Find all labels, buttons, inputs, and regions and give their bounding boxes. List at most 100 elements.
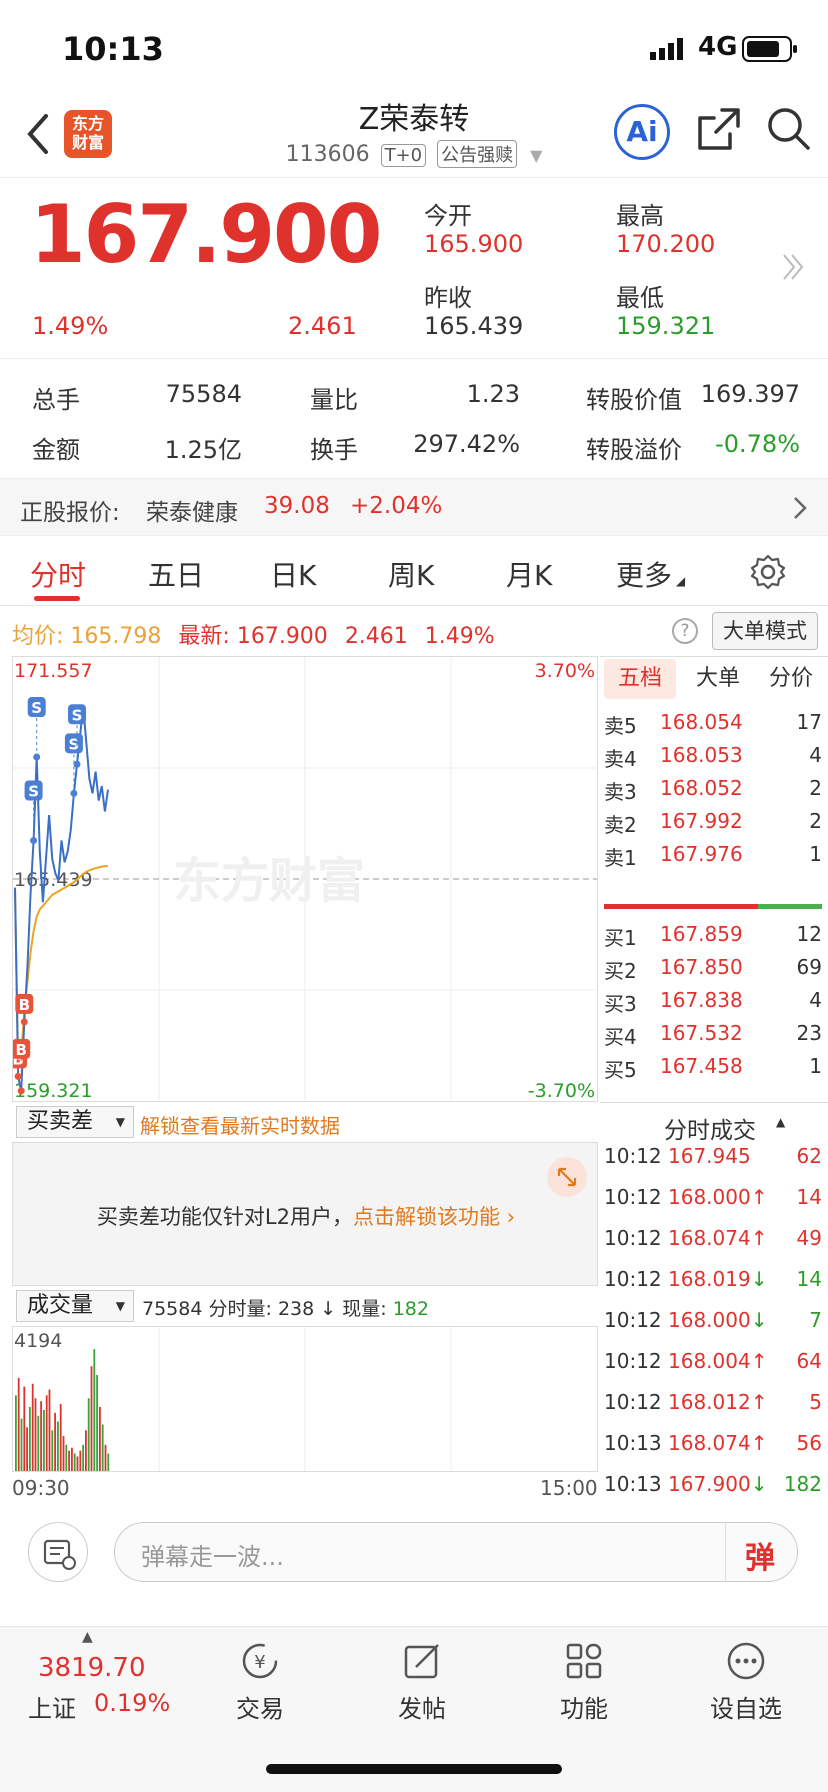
tab-more[interactable]: 更多 ◢ bbox=[616, 554, 685, 594]
trade-volume: 14 bbox=[796, 1185, 822, 1209]
marker-dot bbox=[33, 753, 41, 761]
trade-time: 10:12 bbox=[604, 1144, 662, 1168]
tab-post[interactable]: 发帖 bbox=[362, 1639, 482, 1724]
trade-price: 168.019↓ bbox=[668, 1267, 768, 1291]
volume-chart[interactable]: 4194 bbox=[13, 1327, 597, 1471]
volume-bar bbox=[40, 1401, 42, 1471]
trade-time: 10:13 bbox=[604, 1472, 662, 1496]
volume-summary: 75584 分时量: 238 ↓ 现量: 182 bbox=[142, 1294, 429, 1321]
trade-time: 10:12 bbox=[604, 1267, 662, 1291]
unlock-realtime-link[interactable]: 解锁查看最新实时数据 bbox=[140, 1110, 340, 1139]
chevron-right-icon[interactable] bbox=[780, 252, 806, 282]
high-label: 最高 bbox=[616, 202, 664, 230]
danmu-input[interactable]: 弹幕走一波... 弹 bbox=[114, 1522, 798, 1582]
search-icon[interactable] bbox=[764, 104, 814, 154]
chart-info-row: 均价: 165.798 最新: 167.900 2.461 1.49% bbox=[12, 618, 495, 650]
spread-message-text: 买卖差功能仅针对L2用户， bbox=[96, 1205, 353, 1229]
trade-row: 10:12 168.004↑ 64 bbox=[604, 1349, 824, 1385]
tab-trade[interactable]: ¥ 交易 bbox=[200, 1639, 320, 1724]
trade-row: 10:12 168.012↑ 5 bbox=[604, 1390, 824, 1426]
tab-five-levels[interactable]: 五档 bbox=[604, 659, 676, 699]
ask-row[interactable]: 卖4 168.053 4 bbox=[604, 743, 824, 779]
bid-price: 167.532 bbox=[660, 1021, 743, 1045]
bid-volume: 4 bbox=[809, 988, 822, 1012]
marker-dot bbox=[17, 1087, 25, 1095]
bid-row[interactable]: 买1 167.859 12 bbox=[604, 922, 824, 958]
volume-bar bbox=[26, 1427, 28, 1471]
arrow-up-icon: ↑ bbox=[750, 1185, 768, 1209]
settings-icon[interactable] bbox=[750, 554, 786, 590]
ask-price: 168.053 bbox=[660, 743, 743, 767]
stock-header: 东方 财富 Z荣泰转 113606 T+0 公告强赎 ▼ Ai bbox=[0, 90, 828, 178]
ai-button[interactable]: Ai bbox=[614, 104, 670, 160]
ask-row[interactable]: 卖1 167.976 1 bbox=[604, 842, 824, 878]
comment-list-button[interactable] bbox=[28, 1522, 88, 1582]
tab-daily-k[interactable]: 日K bbox=[270, 554, 316, 594]
y-mid-label: 165.439 bbox=[14, 869, 93, 891]
price-line bbox=[14, 706, 109, 1092]
danmu-send-button[interactable]: 弹 bbox=[745, 1533, 775, 1577]
tab-weekly-k[interactable]: 周K bbox=[388, 554, 434, 594]
marker-dot bbox=[20, 1018, 28, 1026]
tab-monthly-k[interactable]: 月K bbox=[506, 554, 552, 594]
volume-max-label: 4194 bbox=[14, 1330, 62, 1352]
expand-button[interactable] bbox=[547, 1157, 587, 1197]
big-order-mode-button[interactable]: 大单模式 bbox=[712, 612, 818, 650]
tab-big-orders[interactable]: 大单 bbox=[688, 659, 748, 699]
tab-price-dist[interactable]: 分价 bbox=[756, 659, 826, 699]
bid-row[interactable]: 买3 167.838 4 bbox=[604, 988, 824, 1024]
active-tab-indicator bbox=[34, 596, 80, 601]
volume-ratio-value: 1.23 bbox=[466, 380, 520, 408]
intraday-chart[interactable]: 东方财富 171.557 165.439 159.321 3.70% -3.70… bbox=[9, 657, 597, 1102]
marker-label: B bbox=[19, 996, 30, 1014]
tab-5day[interactable]: 五日 bbox=[148, 554, 204, 594]
volume-bar bbox=[107, 1453, 110, 1471]
volume-select[interactable]: 成交量 ▼ bbox=[16, 1290, 134, 1322]
trade-row: 10:12 168.000↑ 14 bbox=[604, 1185, 824, 1221]
network-type: 4G bbox=[698, 32, 738, 62]
unlock-feature-link[interactable]: 点击解锁该功能 › bbox=[353, 1205, 515, 1229]
trade-volume: 5 bbox=[809, 1390, 822, 1414]
bid-level: 买4 bbox=[604, 1025, 637, 1049]
tab-functions[interactable]: 功能 bbox=[524, 1639, 644, 1724]
bid-level: 买3 bbox=[604, 992, 637, 1016]
chevron-down-icon: ▼ bbox=[115, 1115, 125, 1129]
caret-up-icon: ▲ bbox=[776, 1115, 786, 1129]
volume-ratio-label: 量比 bbox=[310, 386, 358, 414]
underlying-stock-row[interactable]: 正股报价: 荣泰健康 39.08 +2.04% bbox=[0, 478, 828, 536]
open-value: 165.900 bbox=[424, 230, 524, 258]
share-icon[interactable] bbox=[694, 104, 744, 154]
spread-select[interactable]: 买卖差 ▼ bbox=[16, 1106, 134, 1138]
trade-volume: 49 bbox=[796, 1226, 822, 1250]
trade-volume: 62 bbox=[796, 1144, 822, 1168]
grid-icon bbox=[566, 1643, 602, 1679]
index-widget[interactable]: ▲ 3819.70 上证 0.19% bbox=[0, 1627, 178, 1737]
help-icon[interactable]: ? bbox=[672, 618, 698, 644]
bid-row[interactable]: 买2 167.850 69 bbox=[604, 955, 824, 991]
chevron-down-icon: ▼ bbox=[530, 146, 543, 165]
minute-volume-value: 238 ↓ bbox=[277, 1298, 337, 1320]
trade-time: 10:12 bbox=[604, 1185, 662, 1209]
marker-label: S bbox=[28, 783, 39, 801]
trade-price: 168.004↑ bbox=[668, 1349, 768, 1373]
tab-add-watchlist[interactable]: 设自选 bbox=[686, 1639, 806, 1724]
marker-label: B bbox=[15, 1041, 26, 1059]
trades-header[interactable]: 分时成交 ▲ bbox=[600, 1102, 828, 1144]
ask-volume: 1 bbox=[809, 842, 822, 866]
prev-close-label: 昨收 bbox=[424, 284, 472, 312]
ask-row[interactable]: 卖5 168.054 17 bbox=[604, 710, 824, 746]
bid-row[interactable]: 买5 167.458 1 bbox=[604, 1054, 824, 1090]
volume-bar bbox=[79, 1450, 82, 1471]
trade-icon: ¥ bbox=[242, 1643, 278, 1679]
tab-intraday[interactable]: 分时 bbox=[30, 554, 86, 594]
ask-row[interactable]: 卖2 167.992 2 bbox=[604, 809, 824, 845]
edit-icon bbox=[404, 1644, 439, 1679]
volume-bar bbox=[51, 1430, 54, 1471]
spread-panel: 买卖差功能仅针对L2用户，点击解锁该功能 › bbox=[12, 1142, 598, 1286]
volume-bar bbox=[90, 1366, 93, 1471]
volume-bar bbox=[96, 1375, 98, 1471]
current-price: 167.900 bbox=[30, 188, 382, 281]
bid-row[interactable]: 买4 167.532 23 bbox=[604, 1021, 824, 1057]
ask-level: 卖3 bbox=[604, 780, 637, 804]
ask-row[interactable]: 卖3 168.052 2 bbox=[604, 776, 824, 812]
